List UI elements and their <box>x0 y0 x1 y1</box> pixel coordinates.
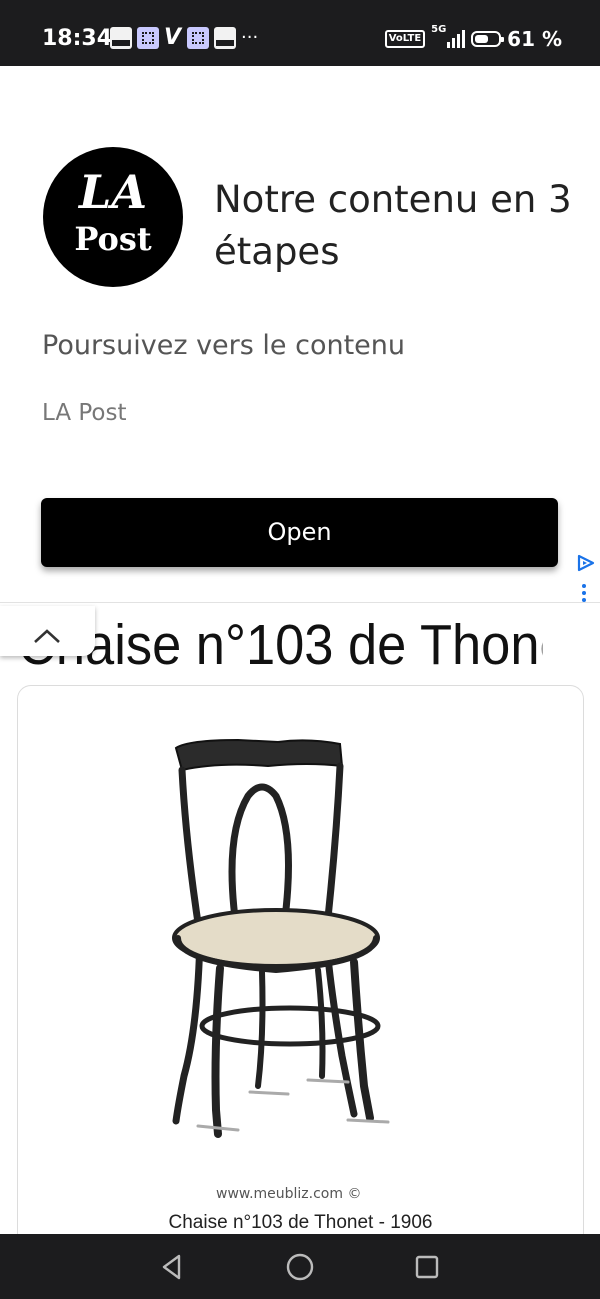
status-bar: 18:34 V ··· VoLTE 5G 61 % <box>0 0 600 66</box>
image-card[interactable]: www.meubliz.com © Chaise n°103 de Thonet… <box>17 685 584 1247</box>
ad-banner[interactable]: LA Post Notre contenu en 3 étapes Poursu… <box>0 66 600 603</box>
advertiser-logo[interactable]: LA Post <box>43 147 183 287</box>
pdf-icon <box>110 27 132 49</box>
signal-icon: 5G <box>431 24 466 50</box>
ad-advertiser-name: LA Post <box>42 400 127 426</box>
pdf-icon <box>214 27 236 49</box>
ad-body-text: Poursuivez vers le contenu <box>42 330 406 361</box>
adchoices-icon[interactable] <box>576 554 596 572</box>
image-watermark: www.meubliz.com © <box>216 1186 362 1202</box>
ad-menu-icon[interactable] <box>582 584 586 602</box>
volte-badge: VoLTE <box>384 30 426 48</box>
collapse-ad-button[interactable] <box>0 606 95 656</box>
status-right: VoLTE 5G 61 % <box>384 24 562 54</box>
network-type: 5G <box>431 24 447 35</box>
logo-line-1: LA <box>78 165 148 219</box>
ad-headline[interactable]: Notre contenu en 3 étapes <box>214 174 574 278</box>
home-icon[interactable] <box>285 1252 315 1282</box>
qr-code-icon <box>137 27 159 49</box>
more-notifications-icon: ··· <box>241 27 259 48</box>
notification-icons: V ··· <box>110 27 258 49</box>
status-time: 18:34 <box>42 26 113 51</box>
logo-line-2: Post <box>74 220 152 258</box>
battery-icon <box>471 31 505 47</box>
back-icon[interactable] <box>157 1252 187 1282</box>
article-title: Chaise n°103 de Thonet <box>18 613 543 677</box>
v-icon: V <box>164 25 182 50</box>
open-button[interactable]: Open <box>41 498 558 567</box>
chair-image[interactable] <box>158 726 448 1176</box>
chevron-up-icon <box>34 629 60 643</box>
navigation-bar <box>0 1234 600 1299</box>
battery-percent: 61 % <box>507 27 562 51</box>
qr-code-icon <box>187 27 209 49</box>
image-caption: Chaise n°103 de Thonet - 1906 <box>168 1212 433 1233</box>
recents-icon[interactable] <box>412 1252 442 1282</box>
